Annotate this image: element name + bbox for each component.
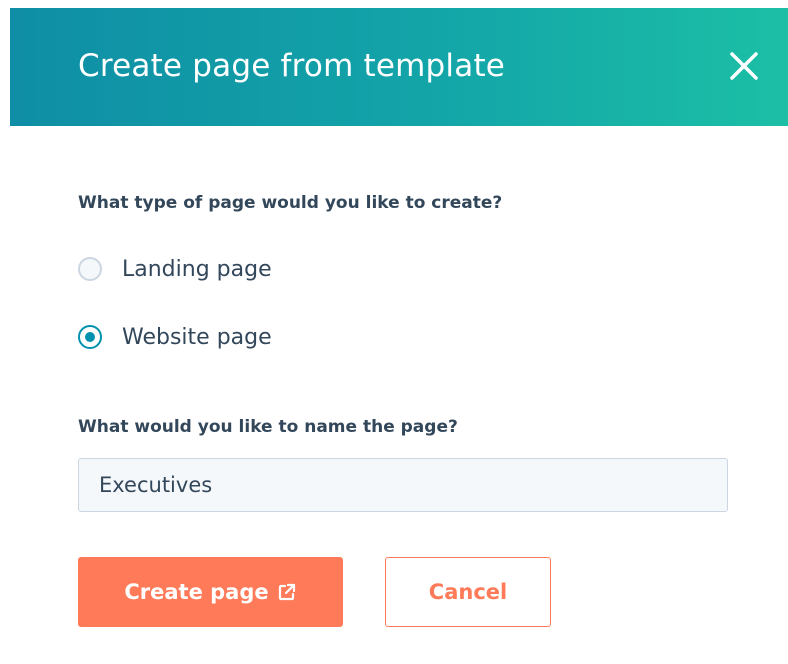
close-button[interactable] <box>724 46 764 86</box>
create-page-button[interactable]: Create page <box>78 557 343 627</box>
page-type-question: What type of page would you like to crea… <box>78 193 503 213</box>
radio-label-website-page: Website page <box>122 324 272 350</box>
radio-button-checked[interactable] <box>78 325 102 349</box>
dialog-header: Create page from template <box>10 8 788 126</box>
create-page-label: Create page <box>124 580 269 604</box>
dialog-title: Create page from template <box>78 48 506 84</box>
create-page-dialog: Create page from template What type of p… <box>0 0 788 664</box>
radio-landing-page[interactable]: Landing page <box>78 253 272 285</box>
cancel-button[interactable]: Cancel <box>385 557 551 627</box>
external-link-icon <box>277 582 297 602</box>
radio-dot <box>85 332 95 342</box>
radio-label-landing-page: Landing page <box>122 256 272 282</box>
close-icon <box>730 52 758 80</box>
cancel-label: Cancel <box>428 580 508 604</box>
radio-button-unchecked[interactable] <box>78 257 102 281</box>
radio-website-page[interactable]: Website page <box>78 321 272 353</box>
page-name-input[interactable] <box>78 458 728 512</box>
page-name-question: What would you like to name the page? <box>78 417 458 437</box>
